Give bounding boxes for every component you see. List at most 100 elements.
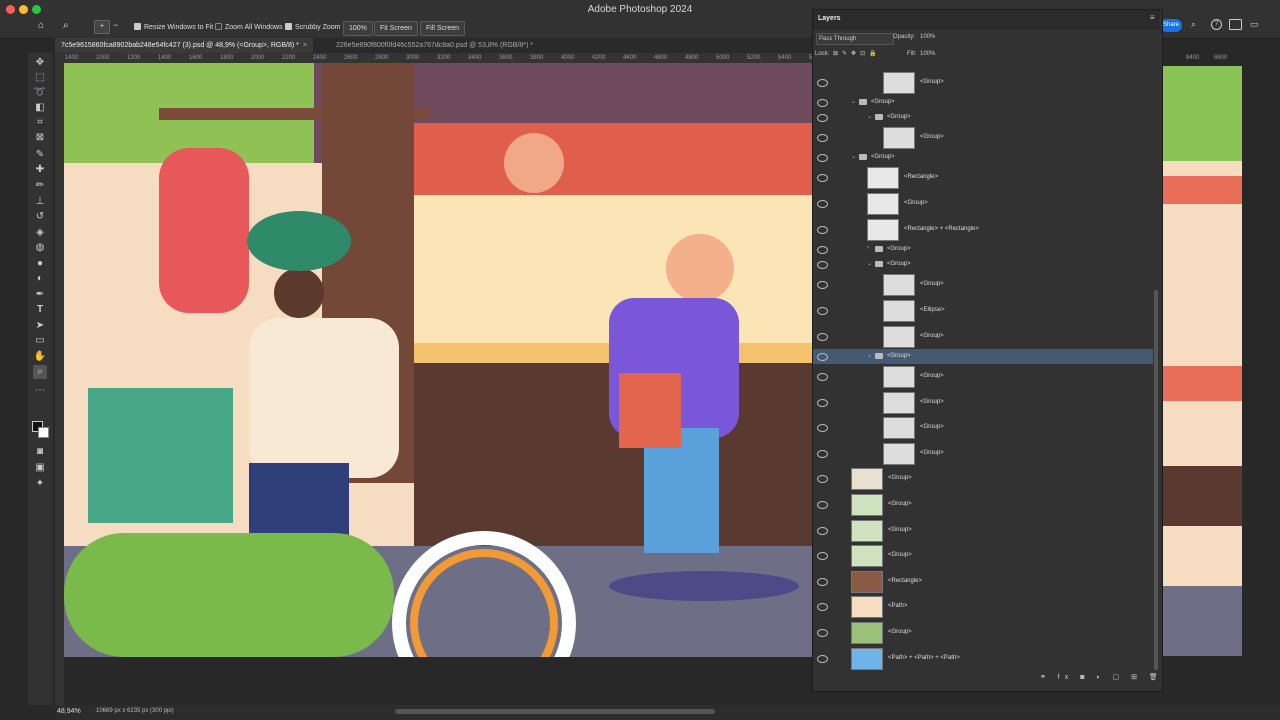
zoom-in-icon[interactable]: +	[94, 20, 110, 34]
crop-tool-icon[interactable]: ⌗	[33, 116, 47, 130]
visibility-eye-icon[interactable]	[817, 577, 828, 586]
blur-tool-icon[interactable]: ●	[33, 257, 47, 271]
layer-name[interactable]: <Rectangle>	[904, 174, 938, 180]
quick-mask-icon[interactable]: ◙	[33, 445, 47, 459]
panel-toggle-icon[interactable]: ▭	[1250, 19, 1259, 30]
layers-panel-title[interactable]: Layers	[818, 15, 841, 22]
layer-row[interactable]	[813, 217, 1153, 242]
lock-options-icon[interactable]: ⊠✎✥⊡🔒	[833, 50, 881, 57]
layer-row[interactable]	[813, 415, 1153, 440]
layer-name[interactable]: <Group>	[904, 200, 928, 206]
layer-row[interactable]	[813, 242, 1153, 257]
layer-name[interactable]: <Group>	[888, 552, 912, 558]
second-document-canvas[interactable]	[1161, 66, 1242, 656]
layer-thumbnail[interactable]	[851, 468, 883, 490]
visibility-eye-icon[interactable]	[817, 474, 828, 483]
layer-thumbnail[interactable]	[867, 219, 899, 241]
horizontal-scrollbar[interactable]	[395, 709, 715, 714]
more-tools-icon[interactable]: ⋯	[33, 384, 47, 398]
layer-name[interactable]: <Rectangle> + <Rectangle>	[904, 226, 979, 232]
layer-row[interactable]	[813, 324, 1153, 349]
visibility-eye-icon[interactable]	[817, 398, 828, 407]
search-icon[interactable]: ⌕	[1191, 19, 1196, 30]
visibility-eye-icon[interactable]	[817, 372, 828, 381]
visibility-eye-icon[interactable]	[817, 113, 828, 122]
layer-row[interactable]	[813, 390, 1153, 415]
layer-name[interactable]: <Group>	[888, 527, 912, 533]
visibility-eye-icon[interactable]	[817, 500, 828, 509]
layer-row[interactable]	[813, 298, 1153, 323]
visibility-eye-icon[interactable]	[817, 551, 828, 560]
layer-footer-icons[interactable]: ⚭ fx ◙ ◐ ▢ ⊞ 🗑	[1040, 673, 1163, 681]
visibility-eye-icon[interactable]	[817, 352, 828, 361]
eyedropper-tool-icon[interactable]: ✎	[33, 148, 47, 162]
layer-name[interactable]: <Group>	[887, 353, 911, 359]
layer-row[interactable]	[813, 125, 1153, 150]
group-expand-chevron-icon[interactable]: ›	[867, 245, 869, 251]
zoom-tool-icon[interactable]: ⌕	[63, 20, 69, 31]
hand-tool-icon[interactable]: ✋	[33, 350, 47, 364]
dodge-tool-icon[interactable]: ◐	[33, 272, 47, 286]
layer-name[interactable]: <Group>	[920, 134, 944, 140]
layer-name[interactable]: <Group>	[920, 281, 944, 287]
visibility-eye-icon[interactable]	[817, 280, 828, 289]
layer-row[interactable]	[813, 349, 1153, 364]
document-info[interactable]: 10669 px x 6235 px (300 ppi)	[96, 708, 174, 714]
layer-row[interactable]	[813, 364, 1153, 389]
zoom-tool-active-icon[interactable]: ⌕	[33, 365, 47, 379]
layer-row[interactable]	[813, 110, 1153, 125]
close-tab-icon[interactable]: ×	[303, 42, 307, 49]
brush-tool-icon[interactable]: ✏	[33, 179, 47, 193]
group-expand-chevron-icon[interactable]: ⌄	[851, 98, 856, 105]
visibility-eye-icon[interactable]	[817, 133, 828, 142]
layer-row[interactable]	[813, 441, 1153, 466]
layer-name[interactable]: <Rectangle>	[888, 578, 922, 584]
layer-thumbnail[interactable]	[851, 622, 883, 644]
healing-brush-tool-icon[interactable]: ✚	[33, 163, 47, 177]
fit-screen-button[interactable]: Fit Screen	[374, 21, 418, 36]
layer-name[interactable]: <Group>	[888, 501, 912, 507]
layer-thumbnail[interactable]	[883, 72, 915, 94]
history-brush-tool-icon[interactable]: ↺	[33, 210, 47, 224]
fill-input[interactable]: 100%	[920, 51, 935, 57]
layer-thumbnail[interactable]	[883, 366, 915, 388]
layer-row[interactable]	[813, 272, 1153, 297]
zoom-out-icon[interactable]: −	[113, 20, 118, 30]
tab-document-2[interactable]: 226e5e890f800f0fd46c552a767dc8a0.psd @ 5…	[330, 38, 539, 53]
layer-name[interactable]: <Group>	[920, 79, 944, 85]
type-tool-icon[interactable]: T	[33, 303, 47, 317]
group-expand-chevron-icon[interactable]: ⌄	[867, 113, 872, 120]
visibility-eye-icon[interactable]	[817, 78, 828, 87]
layer-thumbnail[interactable]	[851, 545, 883, 567]
home-icon[interactable]: ⌂	[38, 20, 50, 32]
blend-mode-select[interactable]: Pass Through	[816, 33, 894, 45]
visibility-eye-icon[interactable]	[817, 98, 828, 107]
opacity-input[interactable]: 100%	[920, 34, 935, 40]
paint-bucket-tool-icon[interactable]: ◍	[33, 241, 47, 255]
layer-name[interactable]: <Group>	[920, 373, 944, 379]
marquee-tool-icon[interactable]: ⬚	[33, 71, 47, 85]
layer-thumbnail[interactable]	[851, 596, 883, 618]
layer-name[interactable]: <Group>	[871, 99, 895, 105]
layer-thumbnail[interactable]	[867, 193, 899, 215]
layer-name[interactable]: <Path> + <Path> + <Path>	[888, 655, 960, 661]
workspace-icon[interactable]	[1229, 19, 1242, 30]
visibility-eye-icon[interactable]	[817, 332, 828, 341]
zoom-all-windows-option[interactable]: Zoom All Windows	[215, 21, 283, 34]
layer-name[interactable]: <Group>	[888, 475, 912, 481]
visibility-eye-icon[interactable]	[817, 173, 828, 182]
visibility-eye-icon[interactable]	[817, 526, 828, 535]
layer-name[interactable]: <Group>	[920, 450, 944, 456]
checkbox-unchecked-icon[interactable]	[215, 23, 222, 30]
checkbox-checked-icon[interactable]	[134, 23, 141, 30]
visibility-eye-icon[interactable]	[817, 628, 828, 637]
zoom-level[interactable]: 48,94%	[57, 708, 81, 715]
group-expand-chevron-icon[interactable]: ⌄	[867, 352, 872, 359]
layer-row[interactable]	[813, 191, 1153, 216]
tab-document-1[interactable]: 7c5e9615860fca8902bab248e54fc427 (3).psd…	[55, 38, 313, 53]
visibility-eye-icon[interactable]	[817, 245, 828, 254]
canvas-artwork[interactable]	[64, 63, 812, 657]
layer-name[interactable]: <Group>	[887, 261, 911, 267]
layer-thumbnail[interactable]	[851, 571, 883, 593]
scrubby-zoom-option[interactable]: Scrubby Zoom	[285, 21, 341, 34]
